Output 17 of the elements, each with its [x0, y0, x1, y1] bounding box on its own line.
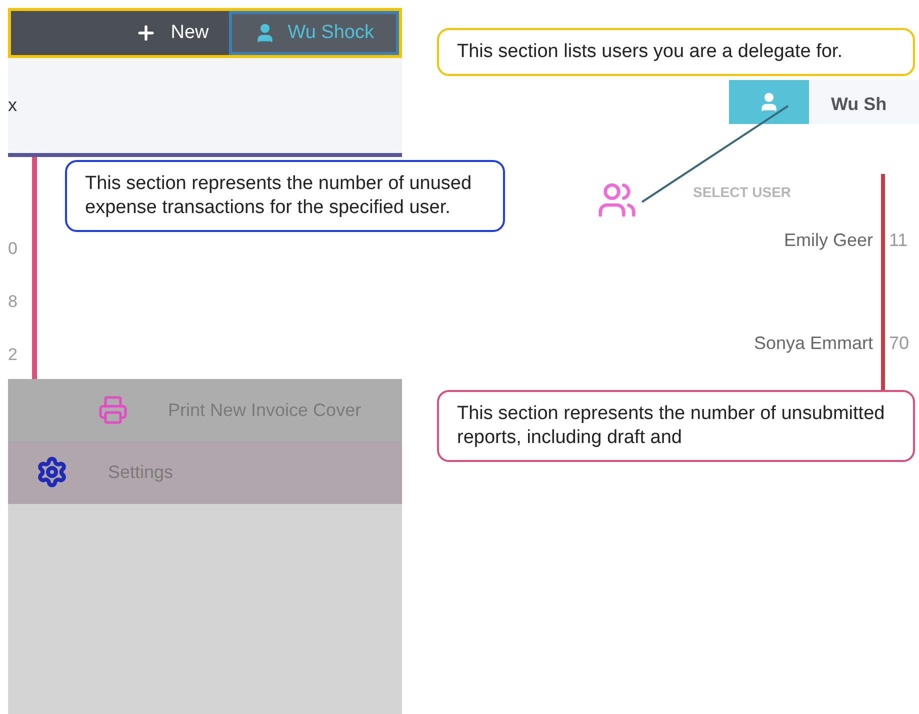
- user-count: 11: [889, 230, 909, 251]
- user-name[interactable]: Sonya Emmart: [754, 333, 873, 354]
- callout: This section represents the number of unsubmitted reports, including draft and: [437, 390, 915, 462]
- panel-text: x: [8, 95, 17, 116]
- count-number: 2: [8, 345, 18, 365]
- count-number: 0: [8, 239, 18, 259]
- printer-icon: [98, 395, 128, 425]
- settings-icon: [36, 456, 68, 488]
- new-button[interactable]: New: [114, 11, 229, 55]
- user-count: 70: [889, 333, 910, 354]
- callout: This section represents the number of unused expense transactions for the specified user.: [65, 160, 505, 232]
- count-number: 8: [8, 292, 18, 312]
- callout: This section lists users you are a delegate for.: [437, 28, 915, 76]
- user-card[interactable]: Wu Sh: [729, 80, 919, 124]
- column-heading: SELECT USER: [693, 183, 792, 202]
- user-tab[interactable]: Wu Shock: [228, 11, 399, 55]
- user-name[interactable]: Emily Geer: [784, 230, 873, 251]
